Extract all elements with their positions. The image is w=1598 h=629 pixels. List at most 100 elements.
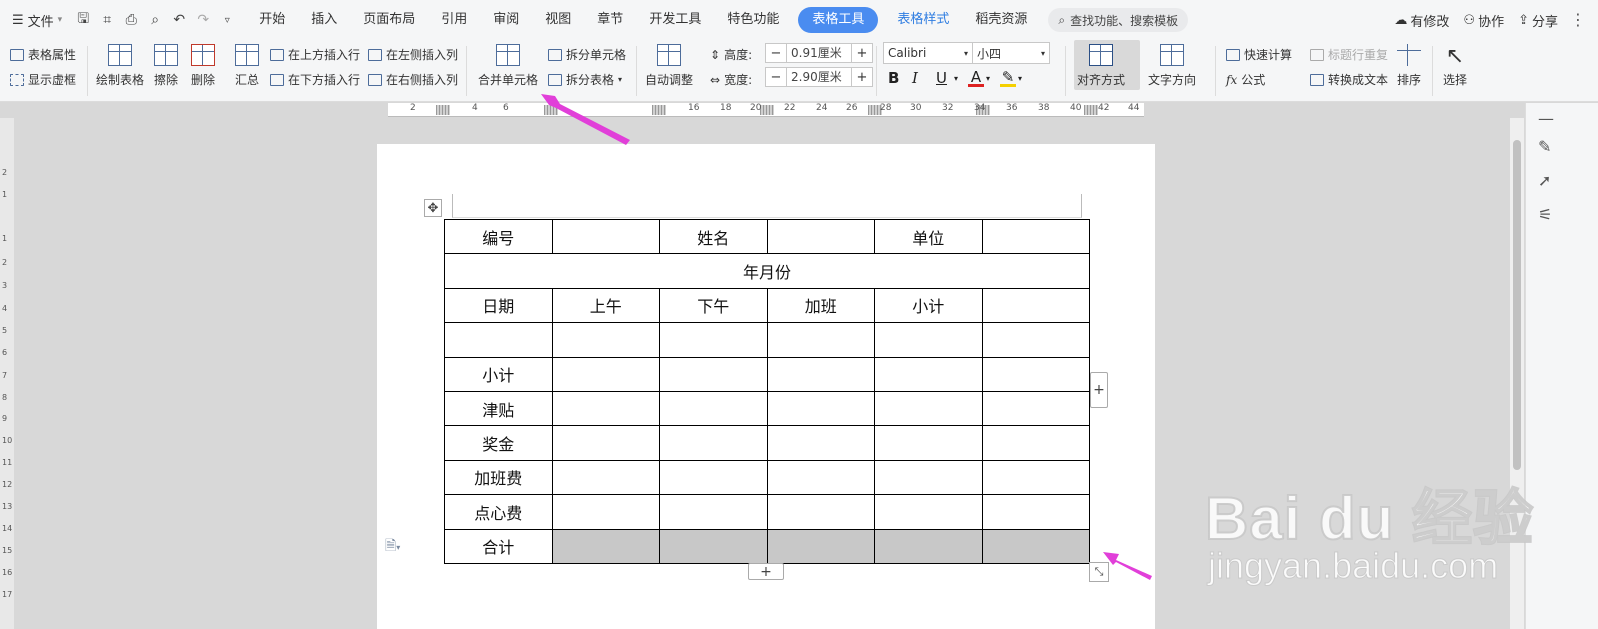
table-cell[interactable] — [981, 322, 1090, 358]
auto-fit-button[interactable]: 自动调整 — [645, 44, 693, 88]
table-cell[interactable] — [766, 356, 875, 392]
table-cell[interactable] — [766, 494, 875, 530]
merged-cell[interactable]: 年月份 — [444, 253, 1090, 289]
tab-docer-resources[interactable]: 稻壳资源 — [962, 7, 1040, 33]
highlight-icon[interactable]: ✎ — [1000, 69, 1016, 87]
tab-home[interactable]: 开始 — [246, 7, 298, 33]
insert-row-below-button[interactable]: 在下方插入行 — [270, 71, 360, 88]
table-cell[interactable] — [874, 390, 983, 427]
tab-view[interactable]: 视图 — [532, 7, 584, 33]
italic-icon[interactable]: I — [912, 69, 934, 87]
tab-page-layout[interactable]: 页面布局 — [350, 7, 428, 33]
settings-sliders-icon[interactable]: ⚟ — [1538, 205, 1552, 224]
tab-references[interactable]: 引用 — [428, 7, 480, 33]
insert-col-left-button[interactable]: 在左侧插入列 — [368, 46, 458, 63]
table-cell[interactable] — [659, 390, 768, 427]
table-cell[interactable] — [444, 322, 553, 358]
table-cell[interactable]: 加班 — [766, 287, 875, 324]
tab-table-style[interactable]: 表格样式 — [884, 7, 962, 33]
table-cell[interactable] — [659, 425, 768, 461]
table-cell[interactable] — [766, 459, 875, 496]
selected-cell[interactable] — [981, 528, 1090, 564]
table-cell[interactable] — [659, 356, 768, 392]
horizontal-ruler[interactable]: 2 4 6 16 18 20 22 24 26 28 30 32 34 36 3… — [388, 103, 1144, 117]
table-cell[interactable]: 津贴 — [444, 390, 553, 427]
collapse-icon[interactable]: — — [1538, 109, 1554, 128]
selected-cell[interactable] — [766, 528, 875, 564]
delete-button[interactable]: 删除 — [191, 44, 215, 88]
width-decrement-button[interactable]: − — [766, 70, 786, 85]
table-cell[interactable] — [981, 390, 1090, 427]
height-input[interactable]: 0.91厘米 — [786, 44, 852, 62]
table-cell[interactable] — [551, 322, 660, 358]
tab-section[interactable]: 章节 — [584, 7, 636, 33]
table-cell[interactable] — [659, 459, 768, 496]
print-icon[interactable]: ⎙ — [120, 9, 142, 31]
underline-icon[interactable]: U — [936, 69, 952, 87]
cursor-icon[interactable]: ➚ — [1538, 171, 1551, 190]
text-direction-button[interactable]: 文字方向 — [1148, 44, 1196, 88]
selected-cell[interactable] — [551, 528, 660, 564]
modified-button[interactable]: ☁ 有修改 — [1394, 11, 1449, 30]
erase-button[interactable]: 擦除 — [154, 44, 178, 88]
table-resize-icon[interactable]: ⤡ — [1089, 562, 1109, 582]
width-stepper[interactable]: − 2.90厘米 + — [765, 67, 873, 87]
table-cell[interactable] — [659, 322, 768, 358]
search-box[interactable]: ⌕ 查找功能、搜索模板 — [1048, 8, 1189, 32]
collab-button[interactable]: ⚇ 协作 — [1463, 11, 1504, 30]
table-cell[interactable] — [874, 425, 983, 461]
redo-icon[interactable]: ↷ — [192, 9, 214, 31]
print-preview-icon[interactable]: ⌕ — [144, 9, 166, 31]
font-size-select[interactable]: 小四 ▾ — [972, 42, 1050, 64]
share-button[interactable]: ⇪ 分享 — [1518, 11, 1558, 30]
scrollbar-thumb[interactable] — [1513, 140, 1521, 470]
table-cell[interactable] — [766, 390, 875, 427]
table-properties-button[interactable]: 表格属性 — [10, 46, 76, 63]
table-cell[interactable] — [766, 425, 875, 461]
table-cell[interactable]: 小计 — [444, 356, 553, 392]
tab-developer[interactable]: 开发工具 — [636, 7, 714, 33]
bold-icon[interactable]: B — [888, 69, 910, 87]
more-options-icon[interactable]: ⋮ — [1570, 10, 1586, 29]
chevron-down-icon[interactable]: ▾ — [986, 74, 998, 83]
pen-icon[interactable]: ✎ — [1538, 137, 1551, 156]
table-cell[interactable] — [551, 356, 660, 392]
table-cell[interactable] — [981, 494, 1090, 530]
table-cell[interactable]: 合计 — [444, 528, 553, 564]
table-cell[interactable]: 编号 — [444, 218, 553, 255]
table-cell[interactable] — [551, 459, 660, 496]
height-decrement-button[interactable]: − — [766, 46, 786, 61]
align-button[interactable]: 对齐方式 — [1077, 44, 1125, 88]
width-increment-button[interactable]: + — [852, 70, 872, 85]
table-cell[interactable]: 小计 — [874, 287, 983, 324]
document-table[interactable]: 编号 姓名 单位 年月份 日期 上午 下午 加班 小计 小计 津贴 奖金 加班费… — [444, 218, 1090, 564]
summary-button[interactable]: 汇总 — [235, 44, 259, 88]
add-row-button[interactable]: + — [748, 563, 784, 580]
table-cell[interactable] — [659, 494, 768, 530]
table-cell[interactable]: 点心费 — [444, 494, 553, 530]
table-cell[interactable] — [766, 322, 875, 358]
insert-col-right-button[interactable]: 在右侧插入列 — [368, 71, 458, 88]
split-table-button[interactable]: 拆分表格 ▾ — [548, 71, 622, 88]
tab-insert[interactable]: 插入 — [298, 7, 350, 33]
table-move-handle-icon[interactable]: ✥ — [424, 199, 442, 217]
table-cell[interactable] — [551, 218, 660, 255]
table-cell[interactable] — [981, 218, 1090, 255]
table-cell[interactable]: 单位 — [874, 218, 983, 255]
table-cell[interactable] — [551, 425, 660, 461]
table-cell[interactable]: 上午 — [551, 287, 660, 324]
merge-cells-button[interactable]: 合并单元格 — [478, 44, 538, 88]
table-cell[interactable] — [766, 218, 875, 255]
table-cell[interactable] — [981, 287, 1090, 324]
tab-features[interactable]: 特色功能 — [714, 7, 792, 33]
table-cell[interactable] — [551, 390, 660, 427]
insert-row-above-button[interactable]: 在上方插入行 — [270, 46, 360, 63]
split-cells-button[interactable]: 拆分单元格 — [548, 46, 626, 63]
save-icon[interactable]: 🖫 — [72, 9, 94, 31]
height-increment-button[interactable]: + — [852, 46, 872, 61]
table-cell[interactable]: 下午 — [659, 287, 768, 324]
table-cell[interactable] — [981, 356, 1090, 392]
add-column-button[interactable]: + — [1090, 372, 1108, 408]
table-cell[interactable]: 奖金 — [444, 425, 553, 461]
selected-cell[interactable] — [874, 528, 983, 564]
